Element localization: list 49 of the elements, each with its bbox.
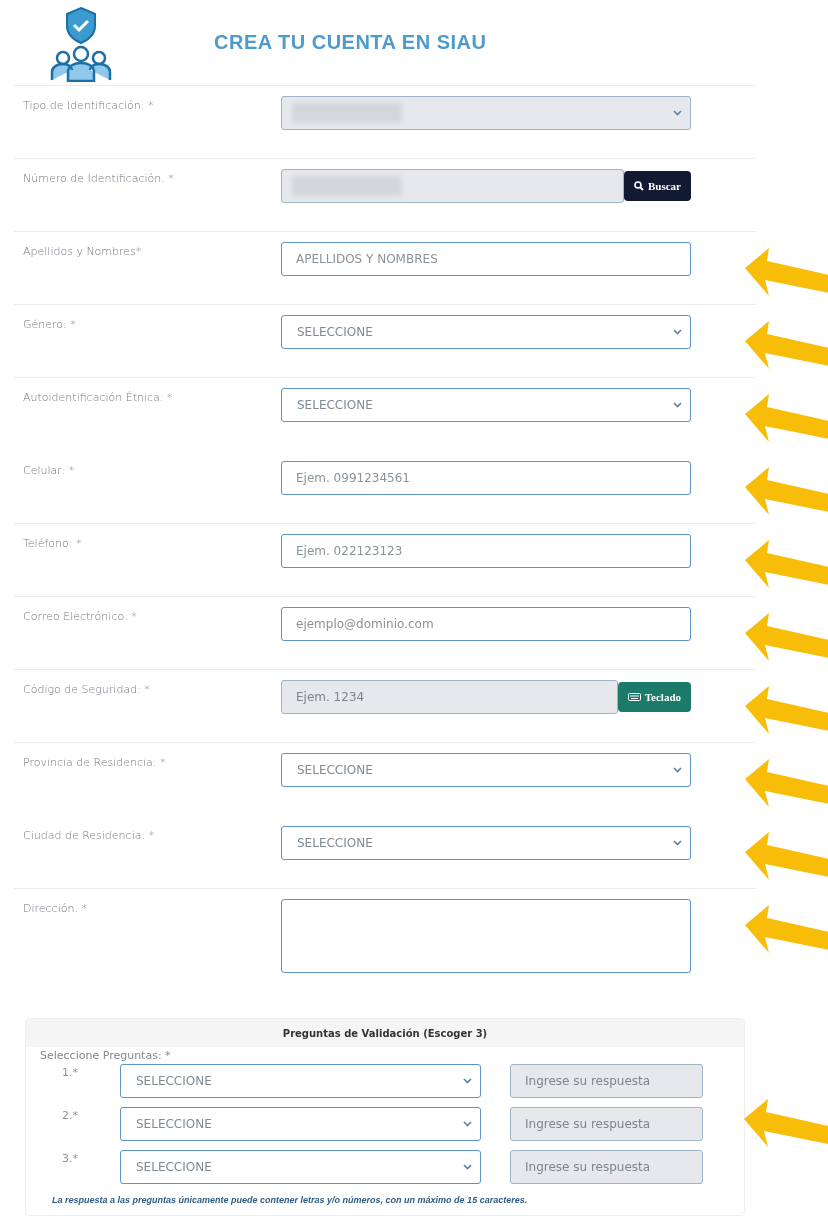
- arrow-icon: [745, 686, 828, 736]
- field-label: Autoidentificación Étnica: *: [23, 390, 174, 406]
- field-label: Seleccione Preguntas: *: [39, 1048, 172, 1064]
- chevron-down-icon: [463, 1164, 472, 1170]
- input-field[interactable]: Ejem. 0991234561: [281, 461, 691, 495]
- arrow-icon: [745, 905, 828, 955]
- select-field[interactable]: SELECCIONE: [281, 826, 691, 860]
- arrow-icon: [745, 248, 828, 298]
- input-field[interactable]: APELLIDOS Y NOMBRES: [281, 242, 691, 276]
- text-area[interactable]: [281, 899, 691, 973]
- panel-title: Preguntas de Validación (Escoger 3): [26, 1019, 744, 1047]
- arrow-icon: [745, 540, 828, 590]
- field-label: Número de Identificación. *: [23, 171, 175, 187]
- chevron-down-icon: [673, 329, 682, 335]
- field-label: Apellidos y Nombres*: [23, 244, 143, 260]
- chevron-down-icon: [463, 1121, 472, 1127]
- chevron-down-icon: [463, 1078, 472, 1084]
- question-number: 2.*: [61, 1108, 79, 1122]
- input-field[interactable]: ejemplo@dominio.com: [281, 607, 691, 641]
- page-title: CREA TU CUENTA EN SIAU: [214, 31, 487, 54]
- arrow-icon: [745, 321, 828, 371]
- search-icon: [634, 181, 644, 191]
- field-label: Tipo de Identificación: *: [23, 98, 155, 114]
- arrow-icon: [745, 832, 828, 882]
- keyboard-icon: [627, 693, 641, 701]
- chevron-down-icon: [673, 840, 682, 846]
- field-label: Provincia de Residencia: *: [23, 755, 167, 771]
- field-label: Correo Electrónico: *: [23, 609, 138, 625]
- select-field[interactable]: SELECCIONE: [281, 388, 691, 422]
- select-field[interactable]: SELECCIONE: [281, 753, 691, 787]
- input-field[interactable]: Ejem. 022123123: [281, 534, 691, 568]
- chevron-down-icon: [673, 767, 682, 773]
- question-number: 3.*: [61, 1151, 79, 1165]
- field-label: Celular: *: [23, 463, 76, 479]
- arrow-icon: [745, 394, 828, 444]
- field-label: Género: *: [23, 317, 77, 333]
- select-field[interactable]: SELECCIONE: [281, 315, 691, 349]
- arrow-icon: [745, 467, 828, 517]
- arrow-icon: [745, 613, 828, 663]
- field-label: Dirección. *: [23, 901, 88, 917]
- chevron-down-icon: [673, 402, 682, 408]
- field-label: Ciudad de Residencia: *: [23, 828, 156, 844]
- field-label: Teléfono: *: [23, 536, 83, 552]
- field-label: Código de Seguridad: *: [23, 682, 151, 698]
- question-number: 1.*: [61, 1065, 79, 1079]
- arrow-icon: [744, 1099, 828, 1149]
- chevron-down-icon: [673, 110, 682, 116]
- arrow-icon: [745, 759, 828, 809]
- note-text: La respuesta a las preguntas únicamente puede contener letras y/o números, con un máximo de 15 caracteres.: [52, 1195, 529, 1205]
